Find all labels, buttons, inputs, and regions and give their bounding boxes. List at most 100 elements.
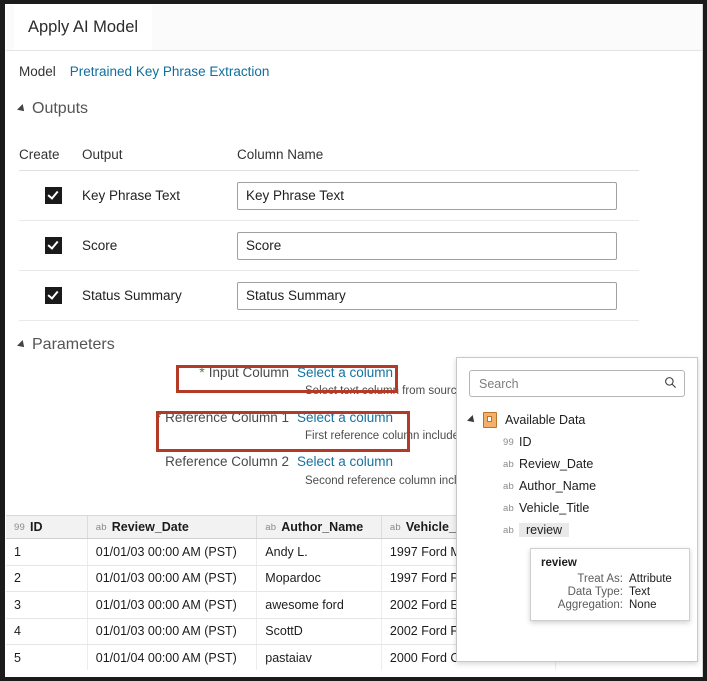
outputs-header-column-name: Column Name [237, 146, 324, 162]
parameters-section-title: Parameters [32, 336, 115, 353]
tree-item-id[interactable]: 99 ID [457, 431, 697, 453]
grid-cell-id: 2 [6, 565, 88, 591]
grid-cell-author-name: ScottD [257, 618, 382, 644]
chevron-expanded-icon[interactable] [467, 415, 477, 425]
tree-root-label: Available Data [505, 413, 586, 427]
outputs-header-output: Output [82, 146, 123, 162]
numeric-type-icon: 99 [503, 436, 514, 448]
column-details-tooltip: review Treat As: Attribute Data Type: Te… [530, 548, 690, 621]
outputs-output-label: Key Phrase Text [82, 188, 181, 203]
tree-item-review-date[interactable]: ab Review_Date [457, 453, 697, 475]
tooltip-value: Text [629, 586, 651, 598]
checkbox-status-summary[interactable] [45, 287, 62, 304]
tab-apply-ai-model[interactable]: Apply AI Model [14, 5, 153, 50]
tooltip-key: Data Type: [567, 586, 623, 598]
grid-cell-id: 1 [6, 539, 88, 565]
parameter-label-input-column: * Input Column [199, 364, 289, 380]
grid-cell-review-date: 01/01/04 00:00 AM (PST) [88, 645, 258, 670]
tree-item-vehicle-title[interactable]: ab Vehicle_Title [457, 497, 697, 519]
tree-item-label: Review_Date [518, 457, 594, 471]
outputs-header-create: Create [19, 146, 60, 162]
grid-column-header-author-name[interactable]: ab Author_Name [257, 516, 382, 538]
required-asterisk-icon: * [155, 409, 162, 425]
grid-cell-author-name: Andy L. [257, 539, 382, 565]
required-asterisk-icon: * [199, 364, 205, 380]
outputs-row: Key Phrase Text [19, 171, 639, 221]
parameters-section-header[interactable]: Parameters [17, 336, 115, 354]
parameter-label-reference-column-1: * Reference Column 1 [155, 409, 289, 425]
column-name-input-key-phrase-text[interactable] [237, 181, 617, 210]
tooltip-row: Treat As: Attribute [541, 573, 679, 585]
tooltip-key: Aggregation: [557, 599, 623, 611]
tree-item-review[interactable]: ab review [457, 519, 697, 541]
parameter-label-reference-column-2: Reference Column 2 [165, 454, 289, 469]
outputs-section-header[interactable]: Outputs [17, 100, 89, 118]
window-frame-right [703, 0, 707, 681]
grid-column-label: Review_Date [111, 520, 189, 534]
outputs-row: Score [19, 221, 639, 271]
tree-item-author-name[interactable]: ab Author_Name [457, 475, 697, 497]
select-column-link-reference-column-1[interactable]: Select a column [297, 410, 393, 425]
tooltip-row: Aggregation: None [541, 599, 679, 611]
outputs-section-title: Outputs [32, 100, 89, 117]
checkbox-score[interactable] [45, 237, 62, 254]
checkbox-key-phrase-text[interactable] [45, 187, 62, 204]
select-column-link-input-column[interactable]: Select a column [297, 365, 393, 380]
available-data-tree: Available Data 99 ID ab Review_Date ab A… [457, 409, 697, 541]
select-column-link-reference-column-2[interactable]: Select a column [297, 454, 393, 469]
model-row: Model Pretrained Key Phrase Extraction [19, 64, 269, 79]
dataset-icon [483, 412, 497, 428]
grid-cell-review-date: 01/01/03 00:00 AM (PST) [88, 565, 258, 591]
outputs-column-name-cell [237, 231, 639, 260]
tree-item-label: review [518, 523, 570, 537]
grid-cell-review-date: 01/01/03 00:00 AM (PST) [88, 618, 258, 644]
tree-item-label: ID [518, 435, 532, 449]
outputs-header-row: Create Output Column Name [19, 138, 639, 171]
outputs-create-cell [19, 237, 82, 254]
grid-cell-author-name: pastaiav [257, 645, 382, 670]
text-type-icon: ab [389, 521, 401, 533]
outputs-table: Create Output Column Name Key Phrase Tex… [19, 138, 639, 321]
grid-column-header-review-date[interactable]: ab Review_Date [88, 516, 258, 538]
numeric-type-icon: 99 [14, 521, 25, 533]
collapse-triangle-icon[interactable] [17, 104, 27, 114]
search-box [469, 370, 685, 397]
grid-cell-author-name: awesome ford [257, 592, 382, 618]
search-input[interactable] [469, 370, 685, 397]
text-type-icon: ab [503, 480, 514, 492]
outputs-row: Status Summary [19, 271, 639, 321]
grid-cell-id: 5 [6, 645, 88, 670]
search-icon[interactable] [664, 376, 677, 389]
tree-item-label: Author_Name [518, 479, 597, 493]
outputs-create-cell [19, 287, 82, 304]
grid-column-header-id[interactable]: 99 ID [6, 516, 88, 538]
text-type-icon: ab [503, 502, 514, 514]
outputs-output-label: Score [82, 238, 118, 253]
tooltip-value: None [629, 599, 657, 611]
collapse-triangle-icon[interactable] [17, 340, 27, 350]
tooltip-title: review [541, 557, 577, 569]
tree-item-label: Vehicle_Title [518, 501, 590, 515]
model-label: Model [19, 64, 56, 79]
column-name-input-status-summary[interactable] [237, 281, 617, 310]
column-name-input-score[interactable] [237, 231, 617, 260]
tab-strip: Apply AI Model [6, 5, 702, 51]
text-type-icon: ab [503, 524, 514, 536]
tooltip-key: Treat As: [577, 573, 623, 585]
tooltip-value: Attribute [629, 573, 672, 585]
grid-cell-id: 4 [6, 618, 88, 644]
tab-label: Apply AI Model [28, 18, 139, 36]
grid-cell-review-date: 01/01/03 00:00 AM (PST) [88, 592, 258, 618]
outputs-create-cell [19, 187, 82, 204]
tree-node-available-data[interactable]: Available Data [457, 409, 697, 431]
text-type-icon: ab [265, 521, 277, 533]
outputs-column-name-cell [237, 181, 639, 210]
outputs-column-name-cell [237, 281, 639, 310]
application-window: Apply AI Model Model Pretrained Key Phra… [0, 0, 707, 681]
grid-column-label: Author_Name [281, 520, 364, 534]
text-type-icon: ab [95, 521, 107, 533]
tooltip-row: Data Type: Text [541, 586, 679, 598]
grid-cell-id: 3 [6, 592, 88, 618]
window-frame-bottom [0, 677, 707, 681]
model-name-link[interactable]: Pretrained Key Phrase Extraction [70, 64, 270, 79]
